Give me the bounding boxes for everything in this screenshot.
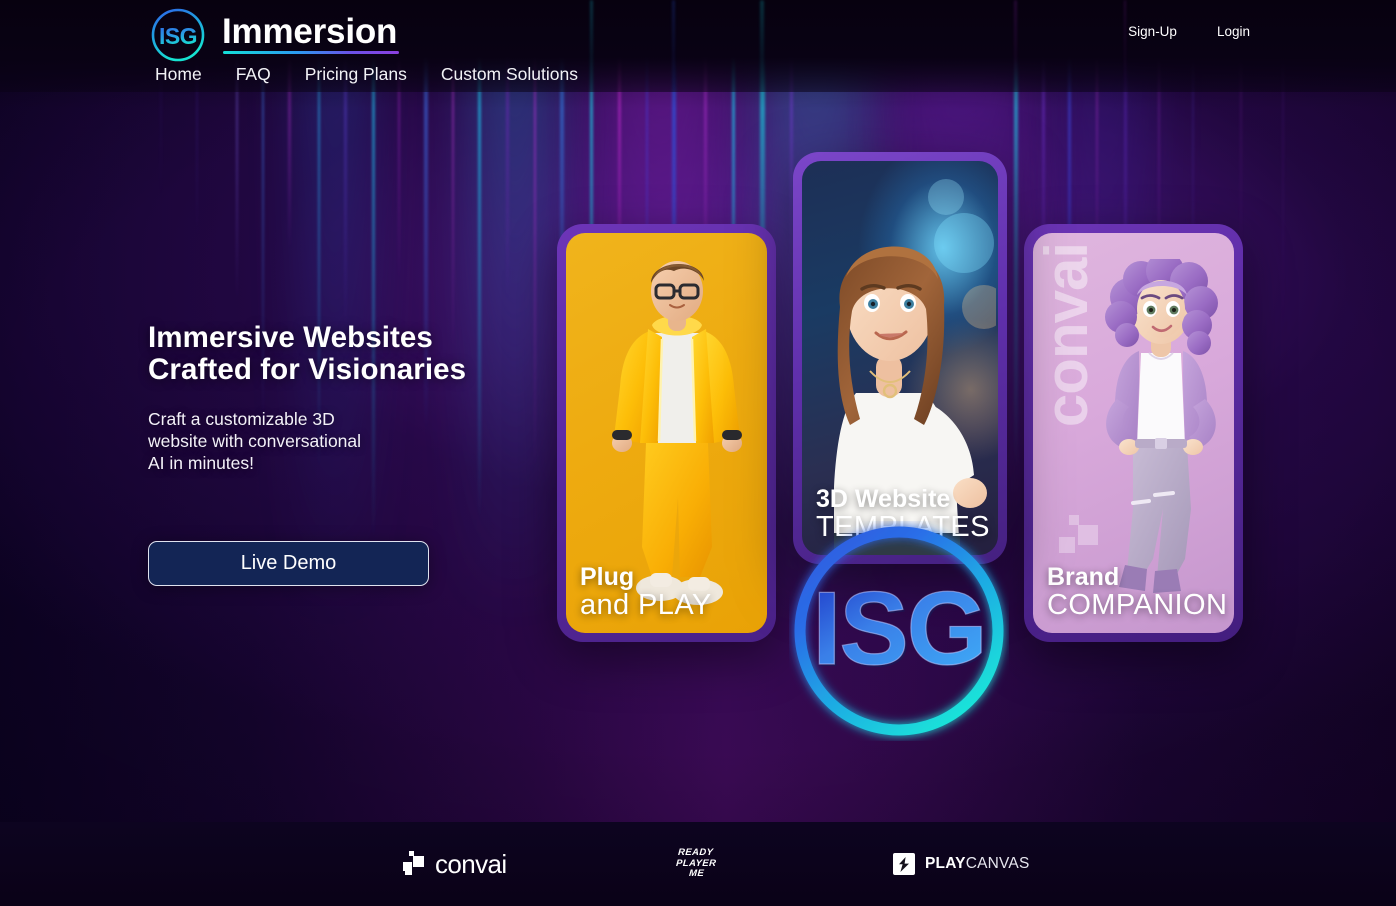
nav-item-home[interactable]: Home [155, 64, 202, 85]
isg-circle-logo-icon: ISG [148, 5, 208, 65]
card-caption-brand-companion: Brand COMPANION [1047, 563, 1228, 621]
card-caption-light: and PLAY [580, 589, 712, 621]
partner-name-playcanvas: PLAYCANVAS [925, 856, 1030, 872]
login-link[interactable]: Login [1217, 24, 1250, 39]
brand-name: Immersion [222, 11, 398, 51]
brand-underline [223, 50, 400, 54]
partner-logo-ready-player-me[interactable]: READY PLAYER ME [676, 847, 717, 880]
hero-sub-line-2: website with conversational [148, 430, 362, 451]
hero-sub-line-3: AI in minutes! [148, 453, 255, 474]
signup-link[interactable]: Sign-Up [1128, 24, 1177, 39]
card-3d-website-templates[interactable]: 3D Website TEMPLATES [793, 152, 1007, 564]
svg-text:ISG: ISG [812, 571, 985, 687]
card-caption-plug-and-play: Plug and PLAY [580, 565, 757, 620]
partner-logo-convai[interactable]: convai [403, 849, 507, 879]
hero-title-line-2: Crafted for Visionaries [148, 352, 467, 386]
rpm-line-3: ME [688, 868, 705, 880]
playcanvas-name-light: CANVAS [965, 855, 1030, 873]
partner-footer: convai READY PLAYER ME PLAYCANVAS [0, 822, 1396, 906]
playcanvas-mark-icon [893, 853, 915, 875]
hero-subtitle: Craft a customizable 3D website with con… [148, 408, 578, 475]
card-plug-and-play[interactable]: Plug and PLAY [557, 224, 776, 642]
hero-title-line-1: Immersive Websites [148, 321, 433, 354]
card-caption-bold: Brand [1047, 563, 1120, 591]
site-header: ISG Immersion Home FAQ Pricing Plans Cus… [0, 0, 1396, 92]
brand-logo[interactable]: ISG Immersion [148, 5, 400, 65]
hero-copy: Immersive Websites Crafted for Visionari… [148, 322, 578, 474]
nav-item-faq[interactable]: FAQ [236, 64, 271, 85]
card-caption-bold: 3D Website [816, 485, 951, 513]
live-demo-button[interactable]: Live Demo [148, 541, 429, 586]
page-title: Immersive Websites Crafted for Visionari… [148, 322, 578, 386]
auth-links: Sign-Up Login [1128, 24, 1250, 39]
card-caption-bold: Plug [580, 563, 635, 591]
card-caption-light: COMPANION [1047, 589, 1228, 621]
main-nav: Home FAQ Pricing Plans Custom Solutions [155, 64, 578, 85]
page-root: ISG Immersion Home FAQ Pricing Plans Cus… [0, 0, 1396, 906]
isg-badge: ISG ISG [789, 521, 1009, 741]
partner-logo-playcanvas[interactable]: PLAYCANVAS [893, 853, 1030, 875]
playcanvas-name-bold: PLAY [925, 855, 966, 873]
partner-name-convai: convai [435, 849, 507, 879]
nav-item-custom-solutions[interactable]: Custom Solutions [441, 64, 578, 85]
card-brand-companion[interactable]: convai Brand COMPANION [1024, 224, 1243, 642]
hero-sub-line-1: Craft a customizable 3D [148, 408, 335, 429]
nav-item-pricing-plans[interactable]: Pricing Plans [305, 64, 407, 85]
convai-blocks-icon [403, 850, 426, 876]
svg-text:ISG: ISG [159, 23, 197, 49]
